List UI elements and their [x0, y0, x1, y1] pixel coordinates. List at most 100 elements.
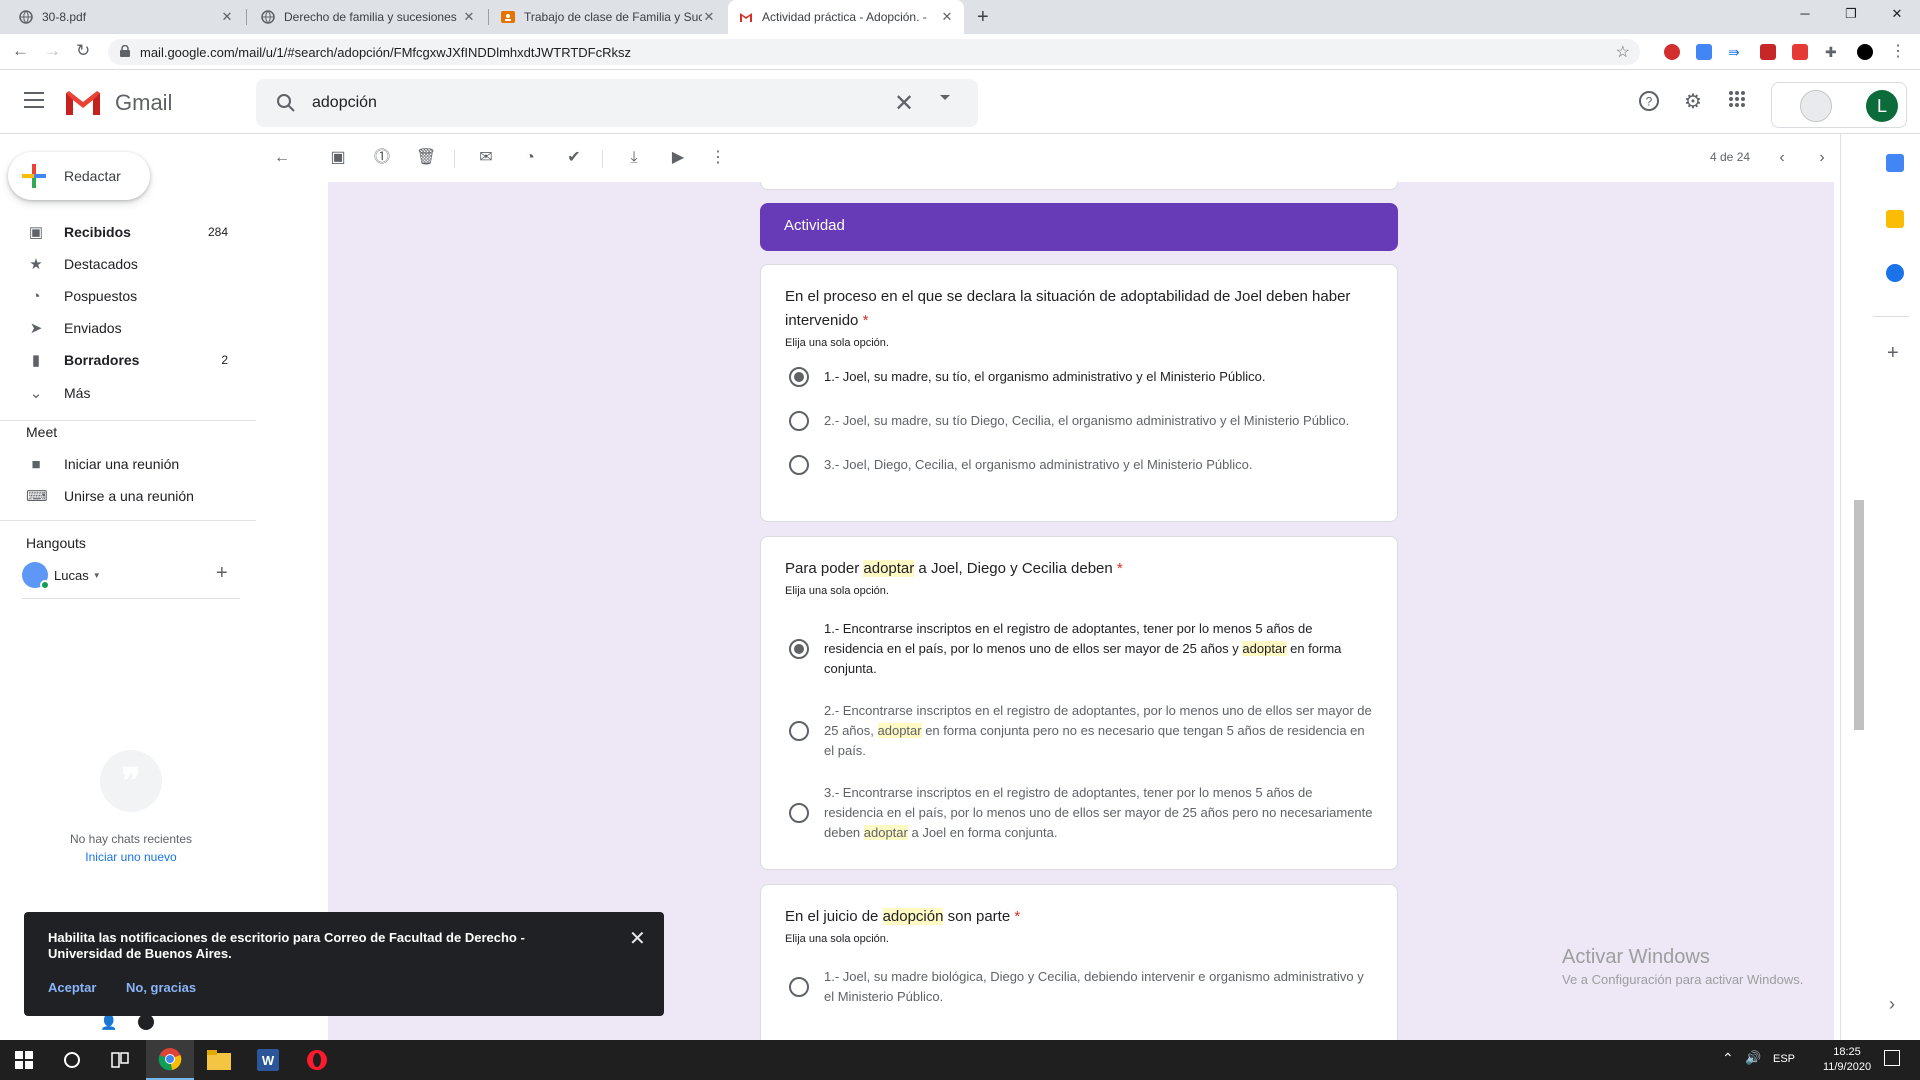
window-close-button[interactable]: ✕	[1887, 6, 1907, 22]
radio-unselected[interactable]	[789, 803, 809, 823]
radio-selected[interactable]	[789, 367, 809, 387]
browser-tab-4-active[interactable]: Actividad práctica - Adopción. - ✕	[728, 0, 964, 34]
chevron-right-icon[interactable]: ›	[1812, 148, 1832, 168]
option-3[interactable]: 3.- Encontrarse inscriptos en el registr…	[785, 783, 1373, 843]
browser-tab-3[interactable]: Trabajo de clase de Familia y Suc ✕	[490, 0, 726, 34]
hangouts-contacts-icon[interactable]: 👤	[100, 1014, 117, 1031]
file-explorer-icon[interactable]	[195, 1040, 243, 1080]
label-icon[interactable]: ▶	[668, 148, 688, 168]
radio-unselected[interactable]	[789, 411, 809, 431]
new-badge-extension-icon[interactable]	[1792, 44, 1808, 60]
search-options-icon[interactable]	[940, 95, 950, 100]
chevron-right-icon[interactable]: ›	[1889, 994, 1895, 1015]
timer-extension-icon[interactable]	[1760, 44, 1776, 60]
option-2[interactable]: 2.- Encontrarse inscriptos en el registr…	[785, 701, 1373, 761]
word-icon[interactable]: W	[244, 1040, 292, 1080]
apps-grid-icon[interactable]	[1725, 90, 1749, 114]
notifications-icon[interactable]	[1884, 1050, 1900, 1066]
hangouts-user[interactable]: Lucas ▼ +	[22, 562, 242, 590]
settings-gear-icon[interactable]: ⚙	[1681, 90, 1705, 114]
option-3[interactable]: 3.- Joel, Diego, Cecilia, el organismo a…	[785, 455, 1373, 475]
add-task-icon[interactable]: ✔	[564, 148, 584, 168]
chevron-left-icon[interactable]: ‹	[1772, 148, 1792, 168]
meet-start-meeting[interactable]: ■ Iniciar una reunión	[0, 448, 248, 480]
opera-extension-icon[interactable]	[1664, 44, 1680, 60]
opera-icon[interactable]	[293, 1040, 341, 1080]
question-title: En el juicio de adopción son parte *	[785, 905, 1373, 929]
tasks-icon[interactable]	[1886, 264, 1904, 282]
volume-icon[interactable]: 🔊	[1745, 1050, 1761, 1066]
option-1[interactable]: 1.- Joel, su madre, su tío, el organismo…	[785, 367, 1373, 387]
browser-tab-1[interactable]: 30-8.pdf ✕	[8, 0, 244, 34]
profile-icon[interactable]	[1857, 44, 1873, 60]
cortana-search-icon[interactable]	[48, 1040, 96, 1080]
close-icon[interactable]: ✕	[220, 9, 234, 25]
chrome-taskbar-icon[interactable]	[146, 1040, 194, 1080]
add-addon-icon[interactable]: +	[1887, 342, 1899, 365]
share-extension-icon[interactable]: ⇛	[1728, 44, 1744, 60]
reload-icon[interactable]: ↻	[76, 41, 90, 61]
keep-icon[interactable]	[1886, 210, 1904, 228]
hangouts-chat-icon[interactable]	[138, 1014, 154, 1030]
radio-unselected[interactable]	[789, 977, 809, 997]
back-to-list-icon[interactable]: ←	[272, 148, 292, 168]
system-clock[interactable]: 18:25 11/9/2020	[1812, 1045, 1882, 1075]
report-spam-icon[interactable]: ⓵	[372, 148, 392, 168]
close-icon[interactable]: ✕	[462, 9, 476, 25]
radio-unselected[interactable]	[789, 455, 809, 475]
forward-icon[interactable]: →	[44, 41, 61, 61]
email-scrollbar[interactable]	[1854, 500, 1864, 730]
start-new-chat-link[interactable]: Iniciar uno nuevo	[0, 850, 262, 864]
input-language[interactable]: ESP	[1773, 1053, 1795, 1065]
new-tab-button[interactable]: +	[977, 6, 989, 29]
browser-menu-icon[interactable]: ⋮	[1890, 44, 1906, 60]
option-1[interactable]: 1.- Encontrarse inscriptos en el registr…	[785, 619, 1373, 679]
nav-item-drafts[interactable]: ▮ Borradores 2	[0, 344, 248, 376]
search-input[interactable]	[312, 91, 872, 115]
delete-icon[interactable]: 🗑	[416, 148, 436, 168]
hangouts-section-title: Hangouts	[26, 535, 86, 551]
more-options-icon[interactable]: ⋮	[708, 148, 728, 168]
url-bar[interactable]: mail.google.com/mail/u/1/#search/adopció…	[108, 39, 1640, 65]
clear-search-icon[interactable]: ✕	[894, 89, 914, 118]
gmail-logo[interactable]	[64, 89, 102, 117]
nav-item-snoozed[interactable]: ◔ Pospuestos	[0, 280, 248, 312]
browser-tab-2[interactable]: Derecho de familia y sucesiones ✕	[250, 0, 486, 34]
search-bar[interactable]: ✕	[256, 79, 978, 127]
bookmark-star-icon[interactable]: ☆	[1616, 42, 1630, 62]
search-icon[interactable]	[276, 93, 296, 113]
mark-unread-icon[interactable]: ✉	[476, 148, 496, 168]
task-view-icon[interactable]	[96, 1040, 144, 1080]
radio-selected[interactable]	[789, 639, 809, 659]
main-menu-icon[interactable]	[24, 92, 44, 108]
add-chat-icon[interactable]: +	[216, 562, 228, 585]
radio-unselected[interactable]	[789, 721, 809, 741]
archive-icon[interactable]: ▣	[328, 148, 348, 168]
snooze-icon[interactable]: ◔	[520, 148, 540, 168]
close-icon[interactable]: ✕	[702, 9, 716, 25]
windows-start-icon[interactable]	[0, 1040, 48, 1080]
close-icon[interactable]: ✕	[940, 9, 954, 25]
back-icon[interactable]: ←	[12, 41, 29, 61]
option-1[interactable]: 1.- Joel, su madre biológica, Diego y Ce…	[785, 967, 1373, 1007]
nav-item-inbox[interactable]: ▣ Recibidos 284	[0, 216, 248, 248]
restore-button[interactable]: ❐	[1841, 6, 1861, 22]
option-2[interactable]: 2.- Joel, su madre, su tío Diego, Cecili…	[785, 401, 1373, 441]
nav-item-more[interactable]: ⌄ Más	[0, 377, 248, 409]
nav-item-starred[interactable]: ★ Destacados	[0, 248, 248, 280]
puzzle-icon[interactable]: ✚	[1825, 44, 1841, 60]
meet-join-meeting[interactable]: ⌨ Unirse a una reunión	[0, 480, 248, 512]
avatar[interactable]: L	[1866, 90, 1898, 122]
translate-extension-icon[interactable]	[1696, 44, 1712, 60]
help-icon[interactable]: ?	[1637, 90, 1661, 114]
move-to-icon[interactable]: ⤓	[624, 148, 644, 168]
compose-button[interactable]: Redactar	[8, 152, 150, 200]
close-icon[interactable]: ✕	[629, 926, 646, 951]
toast-decline-button[interactable]: No, gracias	[126, 980, 196, 995]
tray-chevron-up-icon[interactable]: ⌃	[1722, 1050, 1734, 1067]
account-box[interactable]: L	[1771, 82, 1907, 128]
minimize-button[interactable]: ─	[1795, 6, 1815, 21]
nav-item-sent[interactable]: ➤ Enviados	[0, 312, 248, 344]
calendar-icon[interactable]	[1886, 154, 1904, 172]
toast-accept-button[interactable]: Aceptar	[48, 980, 96, 995]
